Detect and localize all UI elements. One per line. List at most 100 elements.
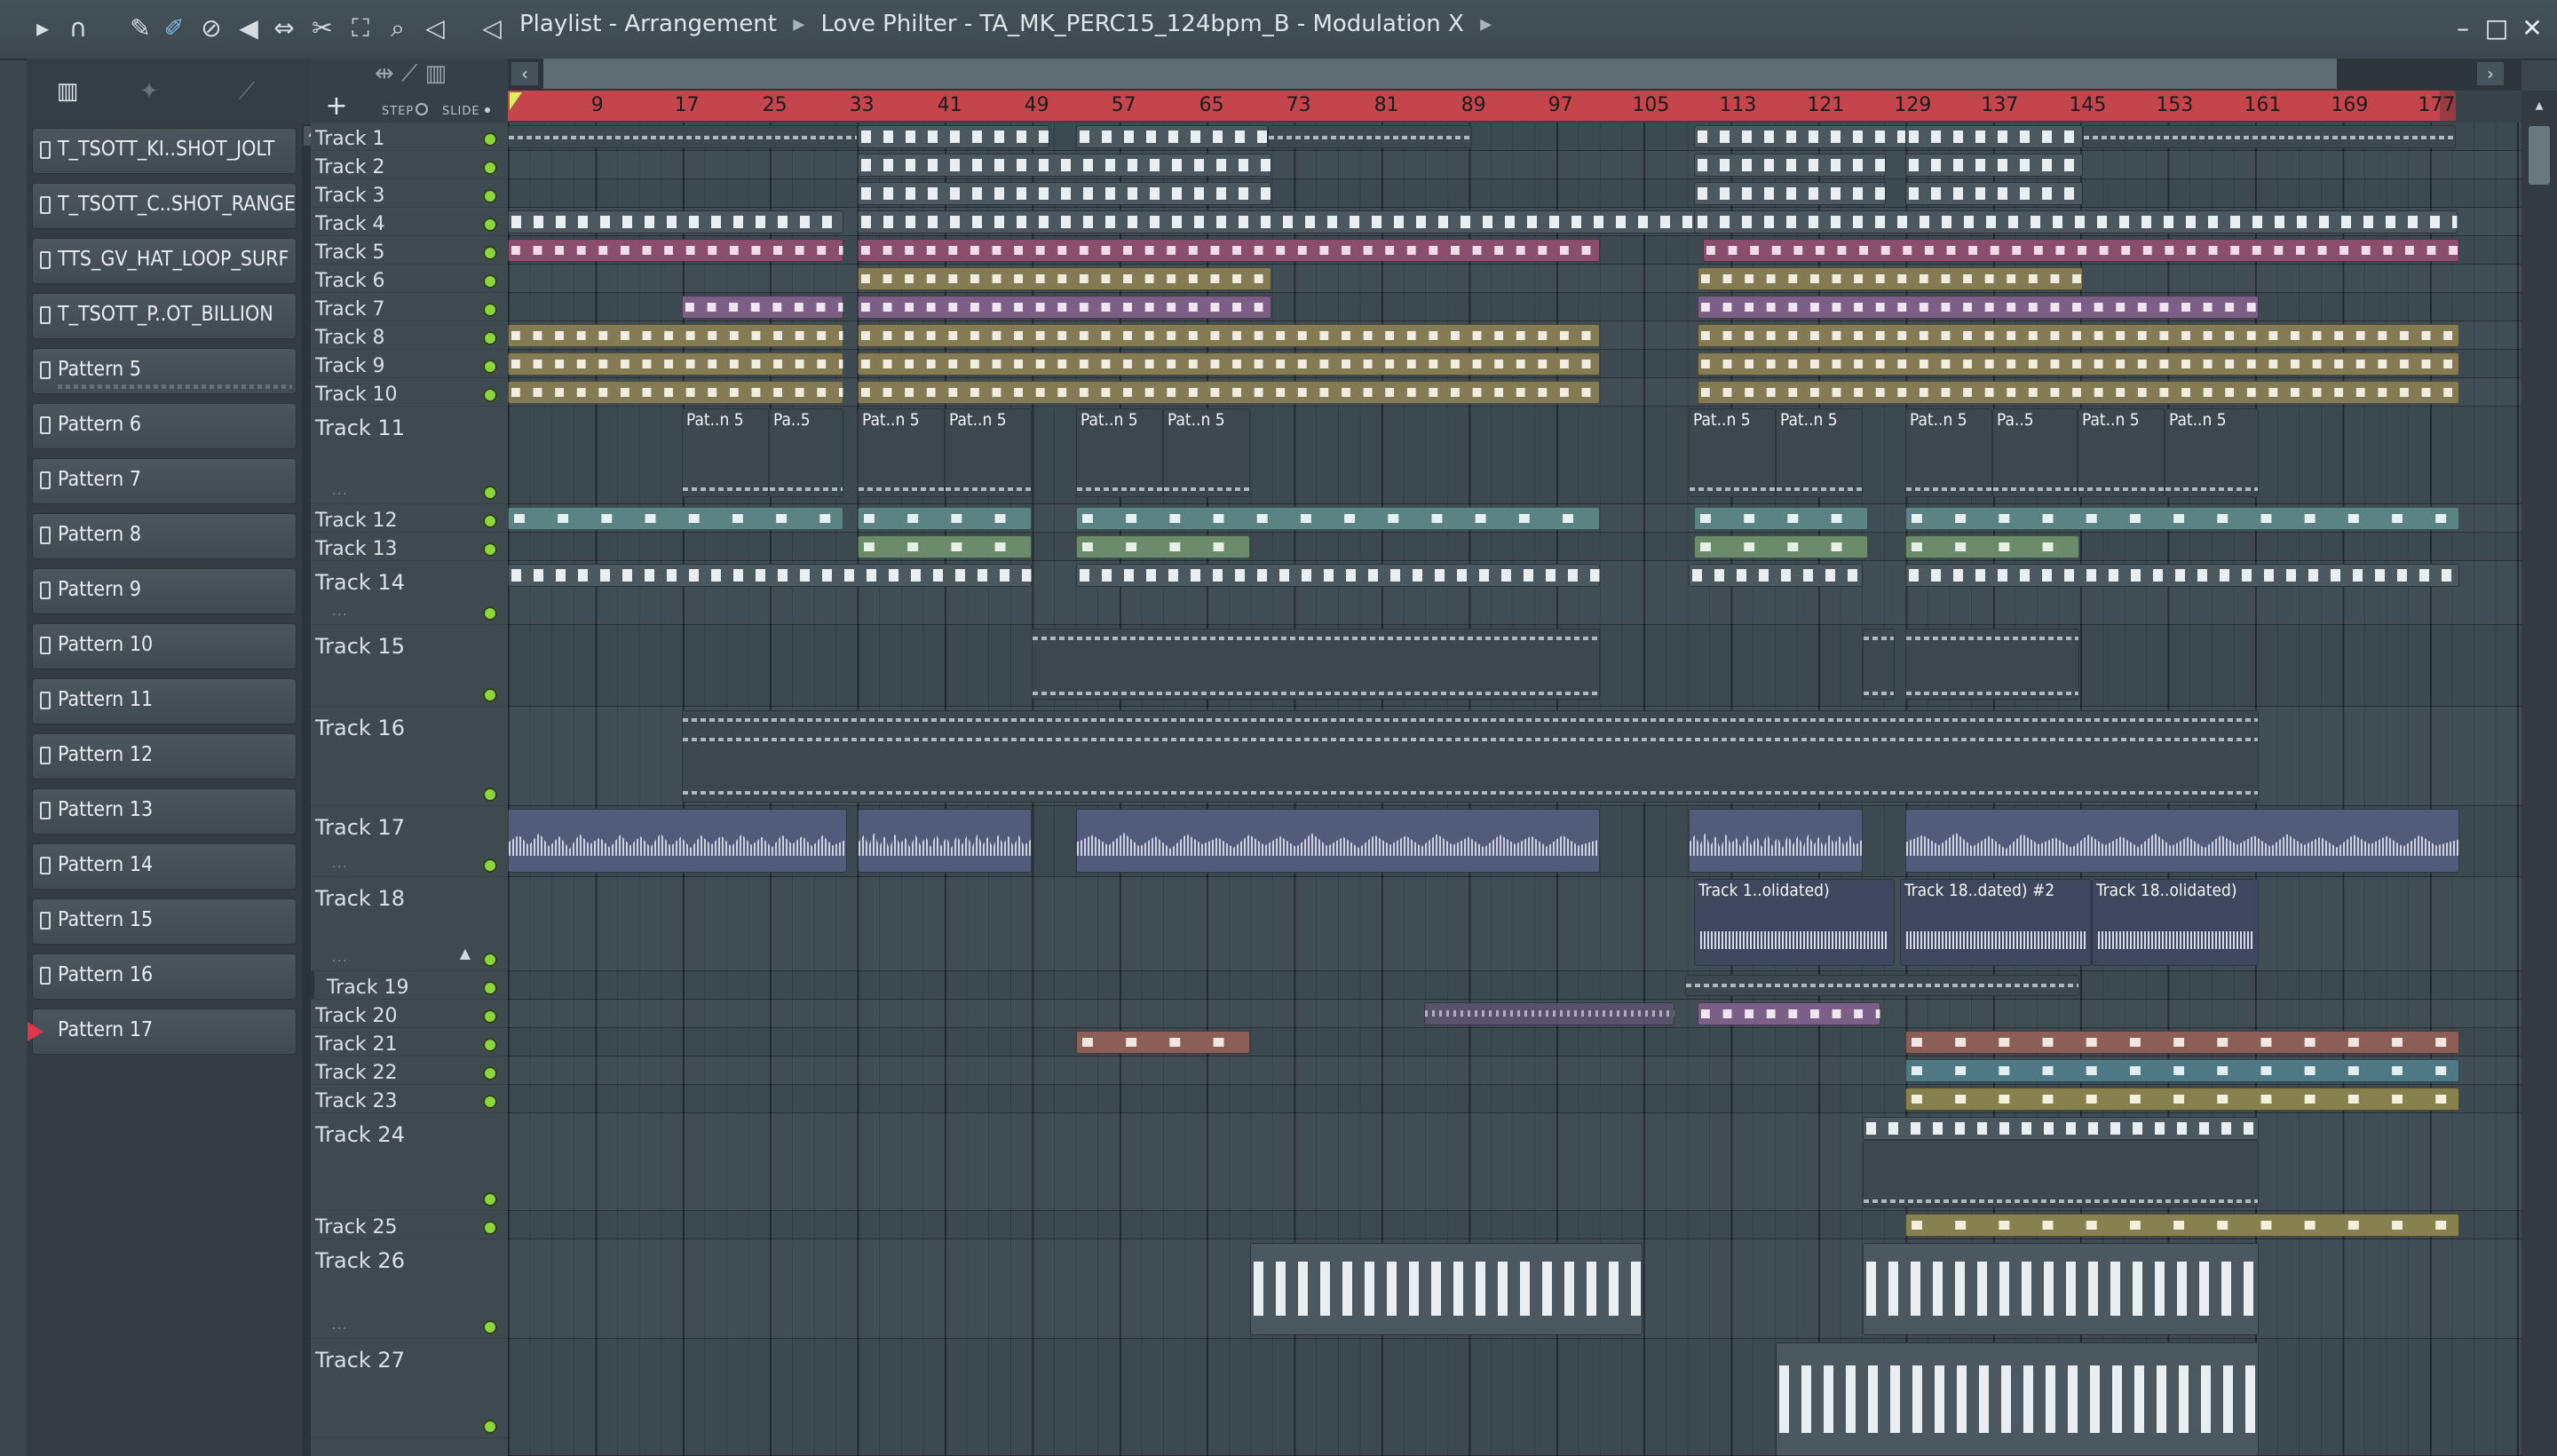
track-lane[interactable] xyxy=(508,179,2521,208)
pattern-clip[interactable] xyxy=(1863,1140,2259,1207)
mute-led[interactable] xyxy=(483,486,497,500)
title-chevron-icon[interactable]: ▸ xyxy=(1480,11,1492,37)
pattern-clip[interactable]: Pat..n 5 xyxy=(2165,408,2259,497)
track-header[interactable]: Track 2 xyxy=(311,151,508,179)
track-header[interactable]: Track 26... xyxy=(311,1239,508,1339)
track-header[interactable]: Track 5 xyxy=(311,236,508,265)
pattern-clip[interactable] xyxy=(1905,182,2083,205)
pattern-item-current[interactable]: Pattern 17 xyxy=(28,1009,297,1055)
automation-clip[interactable] xyxy=(1424,1002,1674,1025)
mute-led[interactable] xyxy=(483,1420,497,1434)
vertical-scrollbar[interactable]: ▴ xyxy=(2521,91,2557,1456)
mute-led[interactable] xyxy=(483,1009,497,1024)
pattern-clip[interactable] xyxy=(508,507,843,530)
track-header[interactable]: Track 8 xyxy=(311,321,508,350)
pattern-clip[interactable] xyxy=(858,324,1600,347)
track-header[interactable]: Track 10 xyxy=(311,378,508,407)
mute-led[interactable] xyxy=(483,246,497,260)
pattern-clip[interactable] xyxy=(1905,1031,2459,1054)
timeline-ruler[interactable]: 9 17 25 33 41 49 57 65 73 81 89 97 105 1… xyxy=(508,91,2521,123)
mute-led[interactable] xyxy=(483,388,497,402)
pattern-clip[interactable]: Pa..5 xyxy=(1992,408,2078,497)
step-toggle[interactable] xyxy=(416,103,428,115)
scrollbar-thumb[interactable] xyxy=(2529,126,2550,185)
pattern-clip[interactable] xyxy=(1076,1031,1250,1054)
pattern-clip[interactable] xyxy=(1076,564,1600,587)
track-header[interactable]: Track 23 xyxy=(311,1085,508,1113)
playback-icon[interactable]: ◁ xyxy=(419,12,451,44)
close-icon[interactable]: ✕ xyxy=(2516,12,2548,44)
pattern-item[interactable]: Pattern 12 xyxy=(32,733,297,779)
track-header[interactable]: Track 7 xyxy=(311,293,508,321)
audio-clip[interactable] xyxy=(858,809,1032,873)
song-overview[interactable]: ‹ › xyxy=(508,59,2521,91)
slip-icon[interactable]: ⇔ xyxy=(268,12,300,44)
pattern-clip[interactable] xyxy=(1863,1117,2259,1140)
track-header[interactable]: Track 15 xyxy=(311,625,508,707)
pattern-clip[interactable] xyxy=(1694,535,1868,558)
pattern-clip[interactable] xyxy=(1694,154,1886,177)
scroll-left-icon[interactable]: ‹ xyxy=(511,62,538,85)
track-lane[interactable] xyxy=(508,151,2521,179)
audio-clip[interactable]: Track 18..olidated) xyxy=(2092,879,2259,966)
pattern-clip[interactable] xyxy=(1698,352,2459,376)
track-header[interactable]: Track 19 xyxy=(311,971,508,1000)
pattern-clip[interactable] xyxy=(508,210,843,233)
mute-icon[interactable]: ◀ xyxy=(233,12,265,44)
playlist-grid[interactable]: Pat..n 5 Pa..5 Pat..n 5 Pat..n 5 Pat..n … xyxy=(508,123,2521,1456)
track-header[interactable]: Track 11... xyxy=(311,407,508,504)
track-header[interactable]: Track 21 xyxy=(311,1028,508,1056)
track-header[interactable]: Track 14... xyxy=(311,561,508,625)
pattern-clip[interactable] xyxy=(1905,154,2083,177)
pattern-clip[interactable] xyxy=(1905,629,2079,700)
pattern-clip[interactable] xyxy=(1905,535,2079,558)
pattern-clip[interactable] xyxy=(1698,324,2459,347)
mute-led[interactable] xyxy=(483,859,497,873)
pattern-clip[interactable] xyxy=(858,267,1271,290)
pattern-clip[interactable]: Pat..n 5 xyxy=(1689,408,1776,497)
pattern-clip[interactable] xyxy=(858,154,1271,177)
audio-clip[interactable]: Track 18..dated) #2 xyxy=(1900,879,2092,966)
step-seq-icon[interactable]: ✦ xyxy=(131,78,167,105)
pattern-clip[interactable] xyxy=(858,239,1600,262)
pattern-clip[interactable] xyxy=(1698,267,2083,290)
audio-clip[interactable] xyxy=(1076,809,1600,873)
mute-led[interactable] xyxy=(483,981,497,995)
pattern-clip[interactable]: Pat..n 5 xyxy=(858,408,945,497)
audio-clip[interactable] xyxy=(508,809,847,873)
pattern-clip[interactable] xyxy=(682,296,843,319)
pattern-clip[interactable] xyxy=(858,352,1600,376)
track-header[interactable]: Track 22 xyxy=(311,1056,508,1085)
mute-led[interactable] xyxy=(483,218,497,232)
pattern-item[interactable]: Pattern 10 xyxy=(32,623,297,669)
mute-led[interactable] xyxy=(483,953,497,967)
mute-led[interactable] xyxy=(483,1320,497,1334)
pattern-clip[interactable] xyxy=(858,125,1049,148)
pattern-item[interactable]: Pattern 15 xyxy=(32,898,297,945)
maximize-icon[interactable]: □ xyxy=(2481,12,2513,44)
mute-led[interactable] xyxy=(483,132,497,146)
pattern-clip[interactable] xyxy=(1694,125,1907,148)
slice-icon[interactable]: ✂ xyxy=(306,12,338,44)
track-header[interactable]: Track 25 xyxy=(311,1211,508,1239)
mute-led[interactable] xyxy=(483,331,497,345)
pattern-clip[interactable] xyxy=(508,239,843,262)
pattern-clip[interactable] xyxy=(1905,564,2459,587)
pattern-clip[interactable] xyxy=(1694,507,1868,530)
pattern-clip[interactable] xyxy=(1905,1214,2459,1237)
playhead-marker-icon[interactable] xyxy=(510,92,522,110)
pattern-clip[interactable] xyxy=(1905,125,2083,148)
pattern-item[interactable]: TTS_GV_HAT_LOOP_SURF xyxy=(32,238,297,284)
pattern-clip[interactable] xyxy=(1698,1002,1880,1025)
select-icon[interactable]: ⛶ xyxy=(344,12,376,44)
add-track-button[interactable]: + xyxy=(323,91,350,122)
piano-tool-icon[interactable]: ▥ xyxy=(425,60,447,87)
track-lane[interactable] xyxy=(508,971,2521,1000)
pattern-clip[interactable]: Pat..n 5 xyxy=(2078,408,2165,497)
pencil-icon[interactable]: ✎ xyxy=(124,12,156,44)
slide-toggle[interactable] xyxy=(485,107,490,113)
mute-led[interactable] xyxy=(483,1066,497,1080)
mute-led[interactable] xyxy=(483,274,497,289)
mute-led[interactable] xyxy=(483,161,497,175)
magnet-icon[interactable]: ∩ xyxy=(62,12,94,44)
